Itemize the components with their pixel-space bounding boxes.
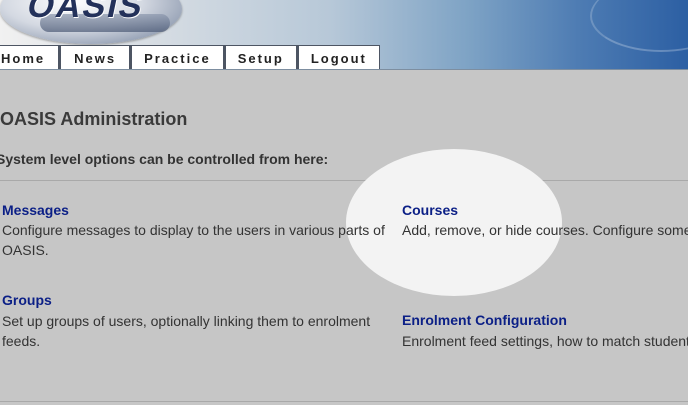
divider xyxy=(0,180,688,181)
tab-home[interactable]: Home xyxy=(0,45,60,69)
banner-swoosh-graphic xyxy=(590,0,688,52)
page-title: OASIS Administration xyxy=(0,109,188,129)
tab-setup[interactable]: Setup xyxy=(223,45,297,69)
divider xyxy=(0,401,688,402)
courses-link[interactable]: Courses xyxy=(402,202,458,218)
logo-text: OASIS xyxy=(24,0,148,25)
tab-logout[interactable]: Logout xyxy=(296,45,380,69)
messages-link[interactable]: Messages xyxy=(2,202,69,218)
tab-news[interactable]: News xyxy=(59,45,131,69)
enrolment-configuration-link[interactable]: Enrolment Configuration xyxy=(402,312,567,328)
header-banner: OASIS Home News Practice Setup Logout xyxy=(0,0,688,70)
intro-text: System level options can be controlled f… xyxy=(0,151,329,167)
page: OASIS Home News Practice Setup Logout OA… xyxy=(0,0,688,405)
tab-practice[interactable]: Practice xyxy=(130,45,224,69)
courses-description: Add, remove, or hide courses. Configure … xyxy=(402,222,688,238)
enrolment-configuration-description: Enrolment feed settings, how to match st… xyxy=(402,333,688,349)
groups-link[interactable]: Groups xyxy=(2,292,52,308)
main-nav: Home News Practice Setup Logout xyxy=(0,45,380,69)
groups-description: Set up groups of users, optionally linki… xyxy=(2,313,371,349)
messages-description: Configure messages to display to the use… xyxy=(2,222,385,258)
